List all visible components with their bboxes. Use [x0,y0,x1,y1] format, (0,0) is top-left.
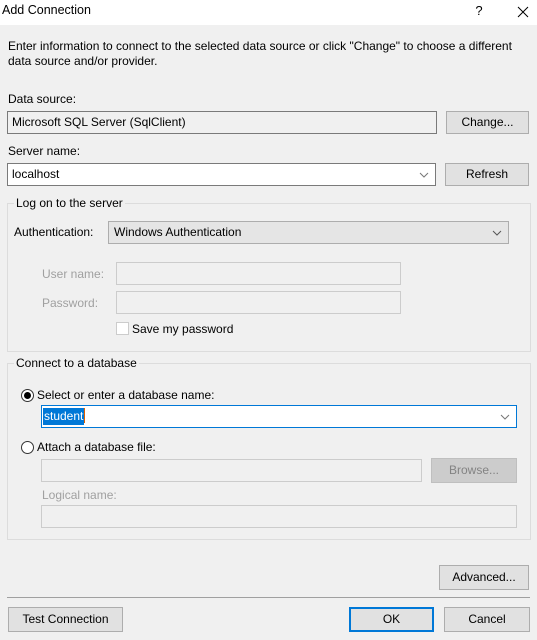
logon-group-legend: Log on to the server [14,196,125,210]
advanced-button[interactable]: Advanced... [439,565,529,590]
logical-name-label: Logical name: [42,488,117,502]
select-database-label: Select or enter a database name: [37,388,215,402]
authentication-label: Authentication: [14,225,94,239]
chevron-down-icon[interactable] [500,406,510,427]
cancel-button[interactable]: Cancel [444,607,530,632]
username-label: User name: [42,267,105,281]
text-caret [84,408,86,424]
select-database-radio[interactable] [21,389,34,402]
logical-name-field[interactable] [41,505,517,528]
data-source-label: Data source: [8,92,77,106]
database-name-combobox[interactable]: student [41,405,517,428]
help-icon[interactable]: ? [468,0,490,24]
authentication-select[interactable]: Windows Authentication [108,221,509,244]
database-group-legend: Connect to a database [14,356,139,370]
data-source-field: Microsoft SQL Server (SqlClient) [7,111,437,134]
chevron-down-icon[interactable] [419,164,429,185]
footer-separator [7,597,530,598]
intro-text: Enter information to connect to the sele… [8,39,512,68]
save-password-checkbox[interactable] [116,322,129,335]
password-field[interactable] [116,291,401,314]
database-file-field[interactable] [41,459,422,482]
attach-database-label: Attach a database file: [37,440,156,454]
ok-button[interactable]: OK [349,607,434,632]
save-password-label: Save my password [132,322,234,336]
server-name-combobox[interactable]: localhost [7,163,436,186]
server-name-label: Server name: [8,144,81,158]
test-connection-button[interactable]: Test Connection [8,607,123,632]
password-label: Password: [42,296,99,310]
attach-database-radio[interactable] [21,441,34,454]
username-field[interactable] [116,262,401,285]
close-icon[interactable] [510,0,536,24]
change-button[interactable]: Change... [446,111,529,134]
database-name-value: student [43,408,85,425]
chevron-down-icon[interactable] [492,222,502,243]
browse-button[interactable]: Browse... [431,458,517,483]
server-name-value: localhost [12,167,60,181]
authentication-value: Windows Authentication [114,225,242,239]
refresh-button[interactable]: Refresh [445,163,529,186]
window-title: Add Connection [2,3,91,17]
